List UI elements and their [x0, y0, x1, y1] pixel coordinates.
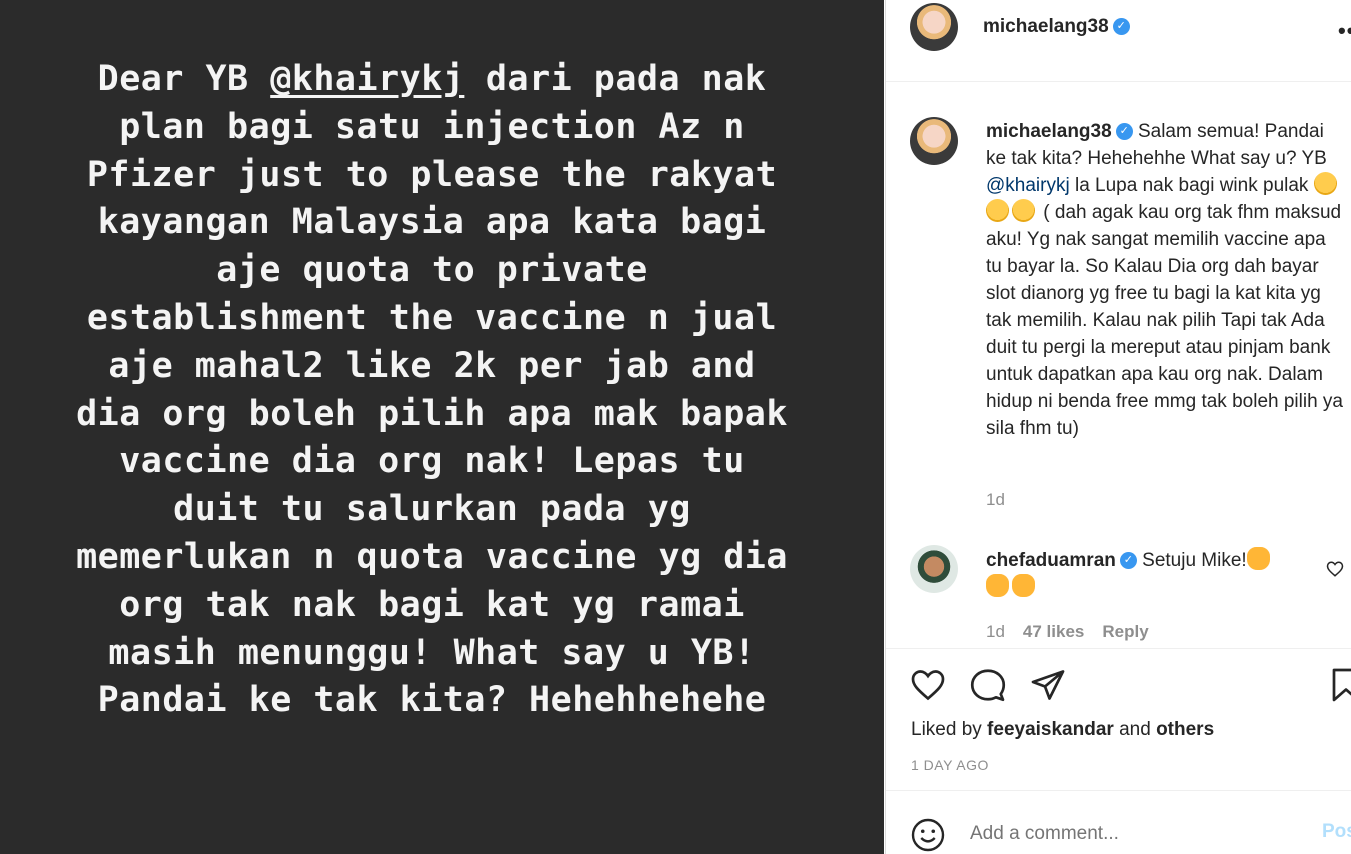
story-line-part: dari pada nak — [464, 59, 767, 99]
caption-text: michaelang38 ✓ Salam semua! Pandai ke tak… — [986, 118, 1346, 442]
story-line-part: Dear YB — [97, 59, 271, 99]
story-line: org tak nak bagi kat yg ramai — [119, 584, 745, 625]
liked-by-user-link[interactable]: feeyaiskandar — [987, 719, 1114, 740]
story-text: Dear YB @khairykj dari pada nak plan bag… — [0, 56, 864, 725]
story-line: dia org boleh pilih apa mak bapak — [76, 393, 788, 434]
story-line: kayangan Malaysia apa kata bagi — [97, 202, 767, 243]
post-button[interactable]: Post — [1322, 821, 1351, 843]
verified-badge-icon: ✓ — [1115, 123, 1133, 141]
story-line: Pfizer just to please the rakyat — [86, 154, 778, 195]
liked-prefix: Liked by — [911, 719, 988, 740]
comment-username[interactable]: chefaduamran — [986, 550, 1116, 571]
liked-by-text: Liked by feeyaiskandar and others — [911, 719, 1214, 741]
liked-others-link[interactable]: others — [1156, 719, 1214, 740]
comment-bubble-icon[interactable] — [970, 667, 1006, 703]
story-image: Dear YB @khairykj dari pada nak plan bag… — [0, 0, 884, 854]
story-line: memerlukan n quota vaccine yg dia — [76, 536, 788, 577]
caption-meta: 1d — [986, 490, 1023, 510]
clap-emoji-icon — [986, 574, 1009, 597]
reply-button[interactable]: Reply — [1102, 622, 1148, 641]
emoji-smile-icon[interactable] — [910, 817, 946, 853]
clap-emoji-icon — [1246, 547, 1270, 570]
comment-timestamp[interactable]: 1d — [986, 622, 1005, 641]
wink-emoji-icon — [1313, 172, 1337, 195]
clap-emoji-icon — [1012, 574, 1035, 597]
caption-username[interactable]: michaelang38 — [986, 121, 1112, 142]
liked-mid: and — [1113, 719, 1157, 740]
comment-text: chefaduamran ✓ Setuju Mike! — [986, 547, 1316, 601]
story-line: aje mahal2 like 2k per jab and — [108, 345, 756, 386]
avatar[interactable] — [910, 545, 958, 593]
verified-badge-icon: ✓ — [1119, 552, 1137, 570]
comment-likes[interactable]: 47 likes — [1023, 622, 1084, 641]
story-line: duit tu salurkan pada yg — [173, 489, 691, 530]
post-sidebar: michaelang38✓ •• michaelang38✓ Salam sem… — [885, 0, 1351, 854]
caption-part: ( dah agak kau org tak fhm maksud aku! Y… — [986, 202, 1344, 439]
post-header: michaelang38✓ •• — [886, 0, 1351, 82]
story-line: vaccine dia org nak! Lepas tu — [119, 441, 745, 482]
story-mention: @khairykj — [270, 59, 465, 99]
caption-timestamp[interactable]: 1d — [986, 490, 1005, 509]
story-line: Dear YB @khairykj dari pada nak — [0, 56, 864, 104]
comment-input[interactable] — [970, 819, 1300, 849]
verified-badge-icon: ✓ — [1112, 18, 1130, 36]
wink-emoji-icon — [986, 199, 1009, 222]
comment-meta: 1d 47 likes Reply — [986, 622, 1167, 642]
avatar[interactable] — [910, 3, 958, 51]
story-line: plan bagi satu injection Az n — [119, 106, 745, 147]
avatar[interactable] — [910, 117, 958, 165]
header-username-text[interactable]: michaelang38 — [983, 16, 1109, 37]
wink-emoji-icon — [1012, 199, 1035, 222]
like-heart-icon[interactable] — [910, 667, 946, 703]
post-actions: Liked by feeyaiskandar and others 1 DAY … — [886, 648, 1351, 790]
add-comment-bar: Post — [886, 790, 1351, 854]
story-line: Pandai ke tak kita? Hehehhehehe — [97, 680, 767, 721]
header-username[interactable]: michaelang38 ✓ — [983, 16, 1130, 38]
comment-body: Setuju Mike! — [1136, 550, 1247, 571]
post-date[interactable]: 1 DAY AGO — [911, 757, 989, 773]
story-line: masih menunggu! What say u YB! — [108, 632, 756, 673]
story-line: establishment the vaccine n jual — [86, 297, 778, 338]
more-options-icon[interactable]: •• — [1338, 18, 1351, 44]
caption-part: la Lupa nak bagi wink pulak — [1069, 175, 1314, 196]
save-bookmark-icon[interactable] — [1328, 667, 1351, 703]
share-paper-plane-icon[interactable] — [1030, 667, 1066, 703]
story-line: aje quota to private — [216, 250, 648, 291]
like-comment-heart-icon[interactable] — [1326, 560, 1344, 578]
mention-link[interactable]: @khairykj — [986, 175, 1070, 196]
